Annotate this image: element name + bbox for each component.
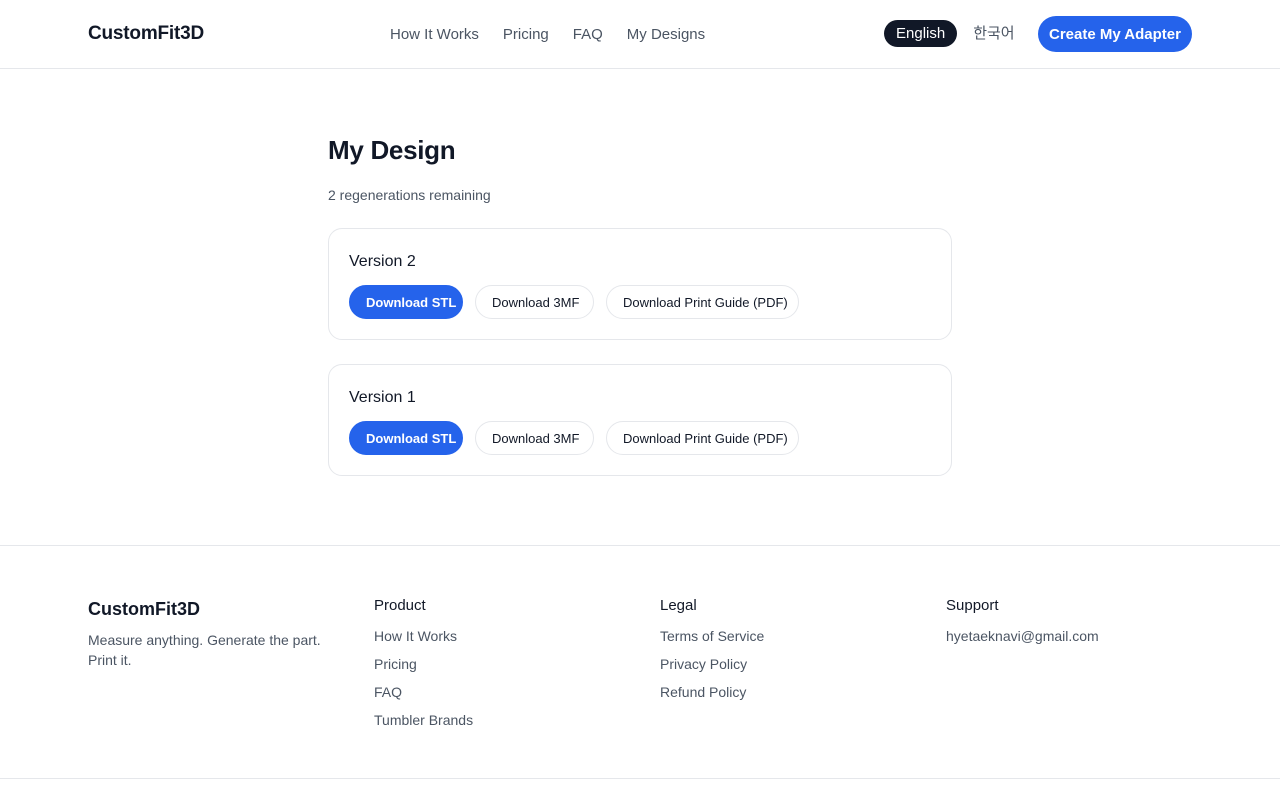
- language-english-button[interactable]: English: [884, 20, 958, 47]
- footer-legal-column: Legal Terms of Service Privacy Policy Re…: [660, 597, 764, 711]
- footer-link-terms[interactable]: Terms of Service: [660, 627, 764, 645]
- footer-support-column: Support hyetaeknavi@gmail.com: [946, 597, 1099, 655]
- footer-brand: CustomFit3D Measure anything. Generate t…: [88, 599, 348, 670]
- version-title: Version 2: [349, 253, 416, 270]
- nav-how-it-works[interactable]: How It Works: [390, 26, 479, 43]
- footer-tagline: Measure anything. Generate the part. Pri…: [88, 632, 321, 668]
- page-title: My Design: [328, 135, 456, 165]
- download-3mf-button[interactable]: Download 3MF: [475, 285, 594, 319]
- footer-support-heading: Support: [946, 597, 999, 614]
- regenerations-remaining: 2 regenerations remaining: [328, 187, 491, 203]
- version-card-1: Version 1 Download STL Download 3MF Down…: [328, 364, 952, 476]
- brand-logo[interactable]: CustomFit3D: [88, 23, 204, 45]
- nav-faq[interactable]: FAQ: [573, 26, 603, 43]
- download-print-guide-button[interactable]: Download Print Guide (PDF): [606, 421, 799, 455]
- download-stl-button[interactable]: Download STL: [349, 285, 463, 319]
- nav-pricing[interactable]: Pricing: [503, 26, 549, 43]
- footer-link-faq[interactable]: FAQ: [374, 683, 473, 701]
- footer-link-privacy[interactable]: Privacy Policy: [660, 655, 764, 673]
- version-title: Version 1: [349, 389, 416, 406]
- version-actions: Download STL Download 3MF Download Print…: [349, 285, 931, 319]
- footer-link-refund[interactable]: Refund Policy: [660, 683, 764, 701]
- footer-link-how-it-works[interactable]: How It Works: [374, 627, 473, 645]
- download-stl-button[interactable]: Download STL: [349, 421, 463, 455]
- main-nav: How It Works Pricing FAQ My Designs: [390, 26, 705, 43]
- download-3mf-button[interactable]: Download 3MF: [475, 421, 594, 455]
- main-content: My Design 2 regenerations remaining Vers…: [328, 69, 952, 476]
- footer-link-pricing[interactable]: Pricing: [374, 655, 473, 673]
- version-actions: Download STL Download 3MF Download Print…: [349, 421, 931, 455]
- footer-product-column: Product How It Works Pricing FAQ Tumbler…: [374, 597, 473, 739]
- footer-link-tumbler-brands[interactable]: Tumbler Brands: [374, 711, 473, 729]
- site-header: CustomFit3D How It Works Pricing FAQ My …: [0, 0, 1280, 69]
- download-print-guide-button[interactable]: Download Print Guide (PDF): [606, 285, 799, 319]
- language-korean-button[interactable]: 한국어: [961, 20, 1026, 47]
- footer-support-email[interactable]: hyetaeknavi@gmail.com: [946, 627, 1099, 645]
- create-adapter-button[interactable]: Create My Adapter: [1038, 16, 1192, 52]
- footer-product-heading: Product: [374, 597, 426, 614]
- nav-my-designs[interactable]: My Designs: [627, 26, 705, 43]
- version-card-2: Version 2 Download STL Download 3MF Down…: [328, 228, 952, 340]
- footer-legal-heading: Legal: [660, 597, 697, 614]
- language-switcher: English 한국어: [884, 20, 1027, 47]
- site-footer: CustomFit3D Measure anything. Generate t…: [0, 545, 1280, 779]
- footer-logo: CustomFit3D: [88, 599, 200, 619]
